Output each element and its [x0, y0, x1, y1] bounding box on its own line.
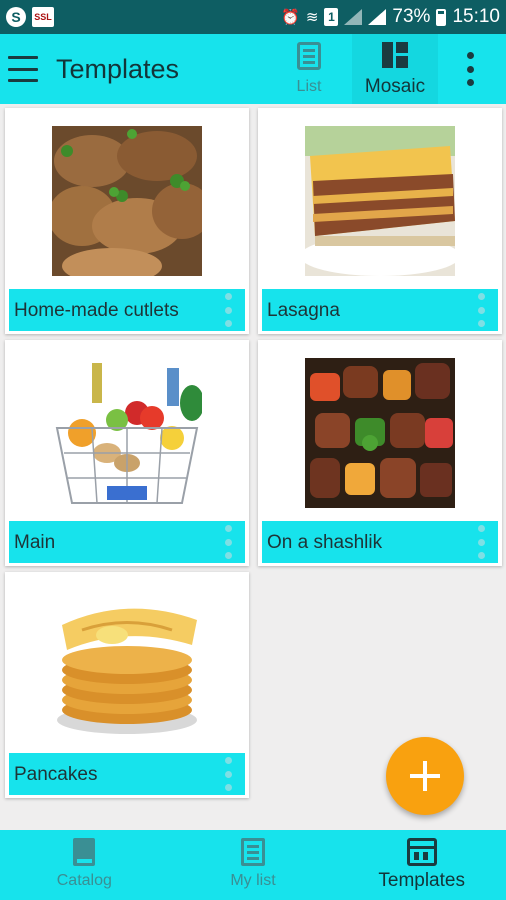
card-more-icon[interactable]	[478, 525, 486, 559]
view-list-label: List	[296, 78, 322, 95]
app-bar: Templates List Mosaic	[0, 34, 506, 104]
signal-icon-2	[368, 9, 387, 25]
template-label-bar: Main	[9, 521, 245, 563]
menu-icon[interactable]	[8, 56, 38, 82]
view-mosaic-button[interactable]: Mosaic	[352, 34, 438, 104]
sim-icon: 1	[324, 8, 339, 26]
view-list-button[interactable]: List	[266, 34, 352, 104]
card-more-icon[interactable]	[225, 293, 233, 327]
template-name: Lasagna	[267, 300, 340, 321]
clock: 15:10	[452, 6, 500, 27]
template-card-main[interactable]: Main	[5, 340, 249, 566]
template-name: Pancakes	[14, 764, 98, 785]
template-label-bar: Pancakes	[9, 753, 245, 795]
template-name: Home-made cutlets	[14, 300, 179, 321]
list-doc-icon	[241, 838, 265, 866]
card-more-icon[interactable]	[478, 293, 486, 327]
book-icon	[73, 838, 96, 866]
view-mosaic-label: Mosaic	[364, 76, 426, 97]
template-card-lasagna[interactable]: Lasagna	[258, 108, 502, 334]
template-card-pancakes[interactable]: Pancakes	[5, 572, 249, 798]
app-root: S SSL ⏰ ≋ 1 73% 15:10 Templates List Mos…	[0, 0, 506, 900]
templates-icon	[406, 838, 437, 866]
template-name: Main	[14, 532, 56, 553]
ssl-notification-icon: SSL	[32, 7, 54, 27]
cutlets-image	[52, 126, 202, 276]
add-template-button[interactable]	[386, 737, 464, 815]
template-label-bar: Lasagna	[262, 289, 498, 331]
bottom-navigation: Catalog My list Templates	[0, 830, 506, 900]
shashlik-image	[305, 358, 455, 508]
status-bar: S SSL ⏰ ≋ 1 73% 15:10	[0, 0, 506, 34]
more-options-icon[interactable]	[464, 52, 476, 86]
template-label-bar: On a shashlik	[262, 521, 498, 563]
battery-icon	[436, 8, 447, 26]
mosaic-icon	[382, 42, 408, 68]
card-more-icon[interactable]	[225, 757, 233, 791]
view-toggle: List Mosaic	[266, 34, 438, 104]
nav-catalog[interactable]: Catalog	[0, 830, 169, 900]
wifi-icon: ≋	[305, 9, 319, 26]
template-name: On a shashlik	[267, 532, 383, 553]
card-more-icon[interactable]	[225, 525, 233, 559]
alarm-icon: ⏰	[281, 9, 300, 26]
template-card-shashlik[interactable]: On a shashlik	[258, 340, 502, 566]
template-card-cutlets[interactable]: Home-made cutlets	[5, 108, 249, 334]
template-label-bar: Home-made cutlets	[9, 289, 245, 331]
list-icon	[297, 42, 321, 70]
nav-templates[interactable]: Templates	[337, 830, 506, 900]
nav-templates-label: Templates	[378, 870, 465, 891]
skype-icon: S	[6, 7, 26, 27]
nav-my-list[interactable]: My list	[169, 830, 338, 900]
grocery-basket-image	[52, 358, 202, 508]
pancakes-image	[52, 590, 202, 740]
signal-icon-1	[344, 9, 363, 25]
lasagna-image	[305, 126, 455, 276]
battery-percent: 73%	[392, 6, 431, 27]
nav-my-list-label: My list	[230, 872, 276, 889]
page-title: Templates	[56, 54, 180, 84]
templates-grid: Home-made cutlets Lasagna Main On a shas…	[0, 104, 506, 830]
nav-catalog-label: Catalog	[56, 872, 112, 889]
